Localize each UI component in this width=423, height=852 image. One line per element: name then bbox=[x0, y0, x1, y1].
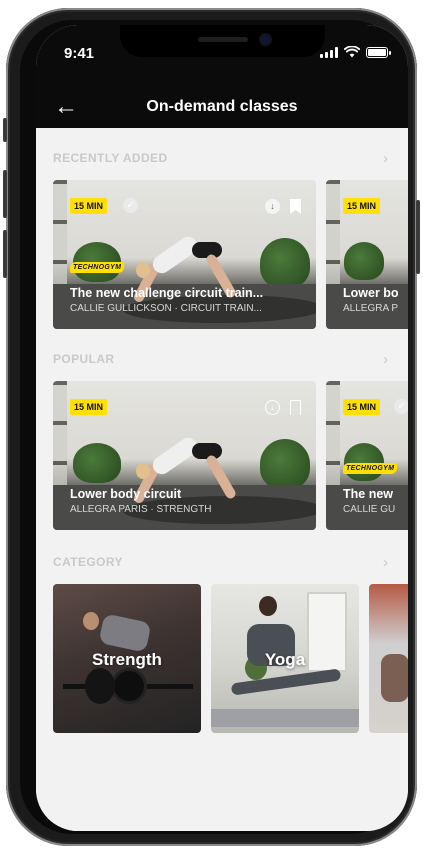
top-bar: 9:41 ← On-demand classes bbox=[36, 25, 408, 128]
wifi-icon bbox=[344, 46, 360, 58]
duration-badge: 15 MIN bbox=[343, 198, 381, 214]
section-label-popular: POPULAR bbox=[53, 352, 115, 366]
bookmark-icon[interactable] bbox=[290, 400, 301, 415]
plant-image bbox=[344, 443, 384, 481]
card-title: Lower bo bbox=[343, 286, 399, 300]
app-screen: 9:41 ← On-demand classes RECENTLY ADDED … bbox=[36, 25, 408, 831]
bookmark-icon[interactable] bbox=[290, 199, 301, 214]
brand-logo: TECHNOGYM bbox=[70, 262, 125, 273]
status-time: 9:41 bbox=[64, 45, 95, 62]
athlete-image bbox=[98, 613, 152, 653]
duration-badge: 15 MIN bbox=[70, 198, 108, 214]
chevron-right-icon[interactable]: › bbox=[383, 351, 388, 368]
cellular-signal-icon bbox=[320, 46, 338, 58]
class-card[interactable]: 15 MIN ✓ TECHNOGYM The new CALLIE GU bbox=[326, 381, 408, 530]
check-circle-icon: ✓ bbox=[123, 198, 138, 213]
phone-side-button bbox=[3, 118, 7, 142]
class-card[interactable]: 15 MIN ✓ ↓ TECHNOGYM The new challenge c… bbox=[53, 180, 316, 329]
barbell-plate-image bbox=[111, 668, 147, 704]
category-label: Yoga bbox=[264, 650, 306, 669]
plant-image bbox=[344, 242, 384, 280]
card-title: Lower body circuit bbox=[70, 487, 182, 501]
phone-power-button bbox=[416, 200, 420, 274]
class-card[interactable]: 15 MIN ↓ Lower body circuit ALLEGRA PARI… bbox=[53, 381, 316, 530]
card-subtitle: ALLEGRA P bbox=[343, 303, 399, 314]
download-icon[interactable]: ↓ bbox=[265, 199, 280, 214]
brand-logo: TECHNOGYM bbox=[343, 463, 398, 474]
page-title: On-demand classes bbox=[146, 98, 298, 115]
athlete-image bbox=[83, 612, 99, 630]
chevron-right-icon[interactable]: › bbox=[383, 554, 388, 571]
chevron-right-icon[interactable]: › bbox=[383, 150, 388, 167]
yoga-instructor-image bbox=[259, 596, 277, 616]
section-label-recently-added: RECENTLY ADDED bbox=[53, 151, 168, 165]
phone-volume-down-button bbox=[3, 230, 7, 278]
category-image bbox=[381, 654, 408, 702]
front-camera bbox=[261, 35, 270, 44]
phone-volume-up-button bbox=[3, 170, 7, 218]
card-subtitle: CALLIE GULLICKSON · CIRCUIT TRAIN... bbox=[70, 303, 262, 314]
section-label-category: CATEGORY bbox=[53, 555, 123, 569]
card-title: The new bbox=[343, 487, 394, 501]
category-label: Strength bbox=[92, 650, 162, 669]
plant-image bbox=[260, 238, 310, 288]
duration-badge: 15 MIN bbox=[70, 399, 108, 415]
plant-image bbox=[73, 443, 121, 483]
card-subtitle: ALLEGRA PARIS · STRENGTH bbox=[70, 504, 212, 515]
plant-image bbox=[260, 439, 310, 489]
download-icon[interactable]: ↓ bbox=[265, 400, 280, 415]
class-card[interactable]: 15 MIN Lower bo ALLEGRA P bbox=[326, 180, 408, 329]
barbell-plate-image bbox=[85, 668, 115, 704]
category-card-yoga[interactable]: Yoga bbox=[211, 584, 359, 733]
bottom-empty-area bbox=[36, 733, 408, 831]
category-card-strength[interactable]: Strength bbox=[53, 584, 201, 733]
battery-icon bbox=[366, 46, 391, 58]
yoga-mat-image bbox=[211, 709, 359, 727]
notch bbox=[120, 25, 325, 57]
category-card[interactable] bbox=[369, 584, 408, 733]
earpiece-speaker bbox=[198, 37, 248, 42]
card-title: The new challenge circuit train... bbox=[70, 286, 264, 300]
card-subtitle: CALLIE GU bbox=[343, 504, 396, 515]
check-circle-icon: ✓ bbox=[394, 399, 408, 414]
duration-badge: 15 MIN bbox=[343, 399, 381, 415]
status-icons bbox=[320, 46, 391, 58]
